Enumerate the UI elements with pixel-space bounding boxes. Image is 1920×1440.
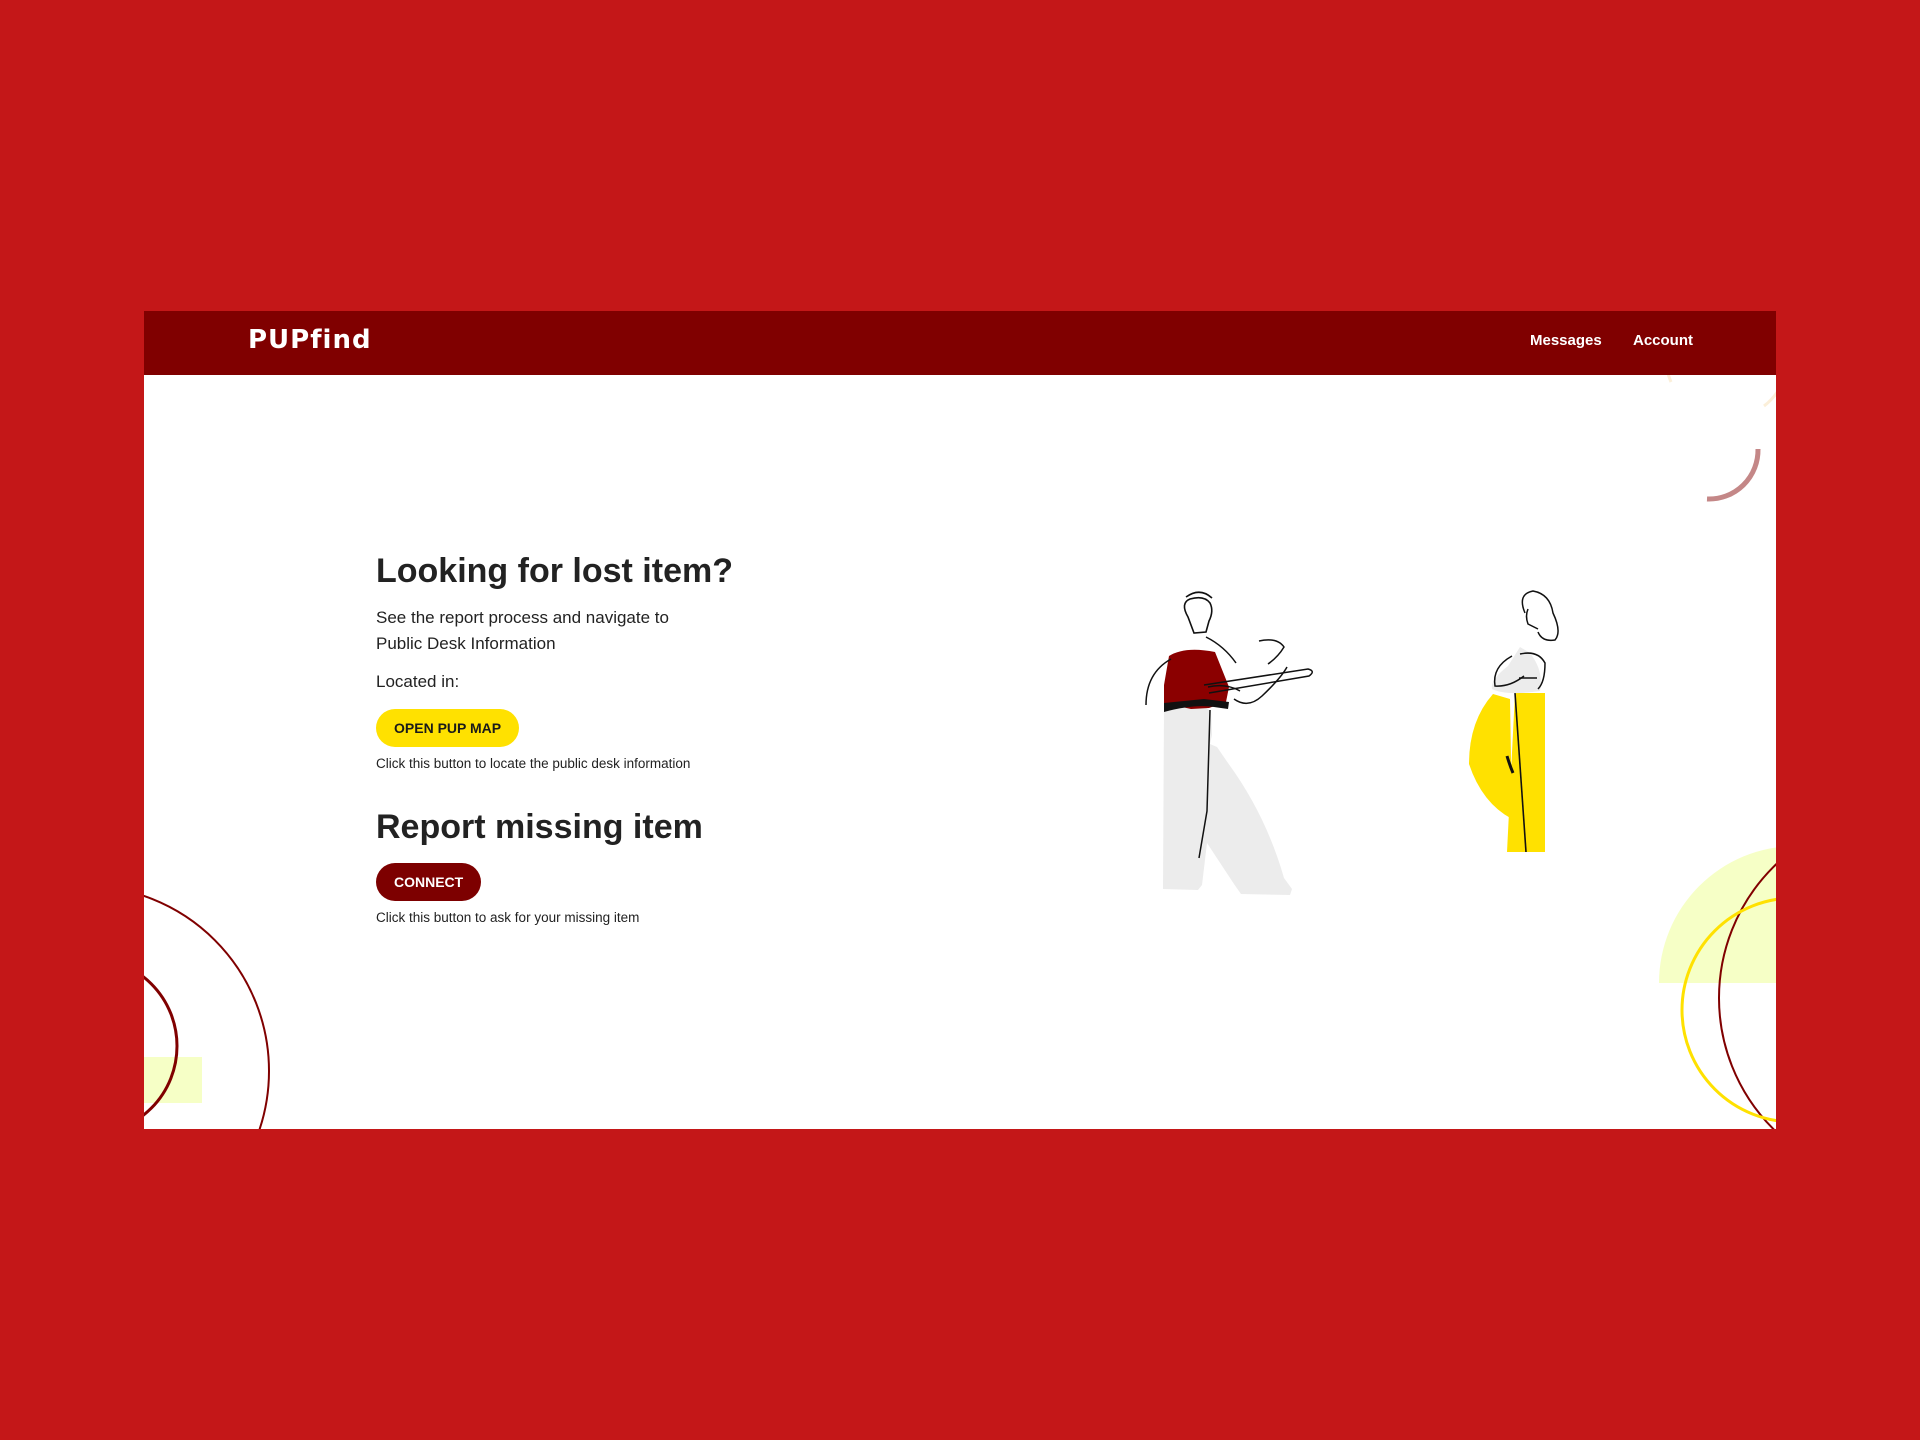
connect-button[interactable]: CONNECT (376, 863, 482, 901)
nav-messages-link[interactable]: Messages (1530, 332, 1602, 349)
report-missing-heading: Report missing item (376, 808, 703, 846)
woman-figure-icon (1469, 590, 1559, 853)
top-nav-bar: PUPfind Messages Account (144, 311, 1776, 375)
app-logo[interactable]: PUPfind (248, 325, 372, 355)
connect-hint: Click this button to ask for your missin… (376, 910, 640, 925)
lost-item-description: See the report process and navigate to P… (376, 608, 669, 653)
open-pup-map-button[interactable]: OPEN PUP MAP (376, 709, 520, 747)
main-content: Looking for lost item? See the report pr… (376, 551, 896, 925)
located-label: Located in: (376, 672, 460, 691)
open-map-hint: Click this button to locate the public d… (376, 756, 691, 771)
man-figure-icon (1145, 591, 1313, 895)
nav-account-link[interactable]: Account (1633, 332, 1693, 349)
app-window: PUPfind Messages Account Looking for los… (144, 311, 1776, 1129)
lost-item-heading: Looking for lost item? (376, 552, 733, 590)
